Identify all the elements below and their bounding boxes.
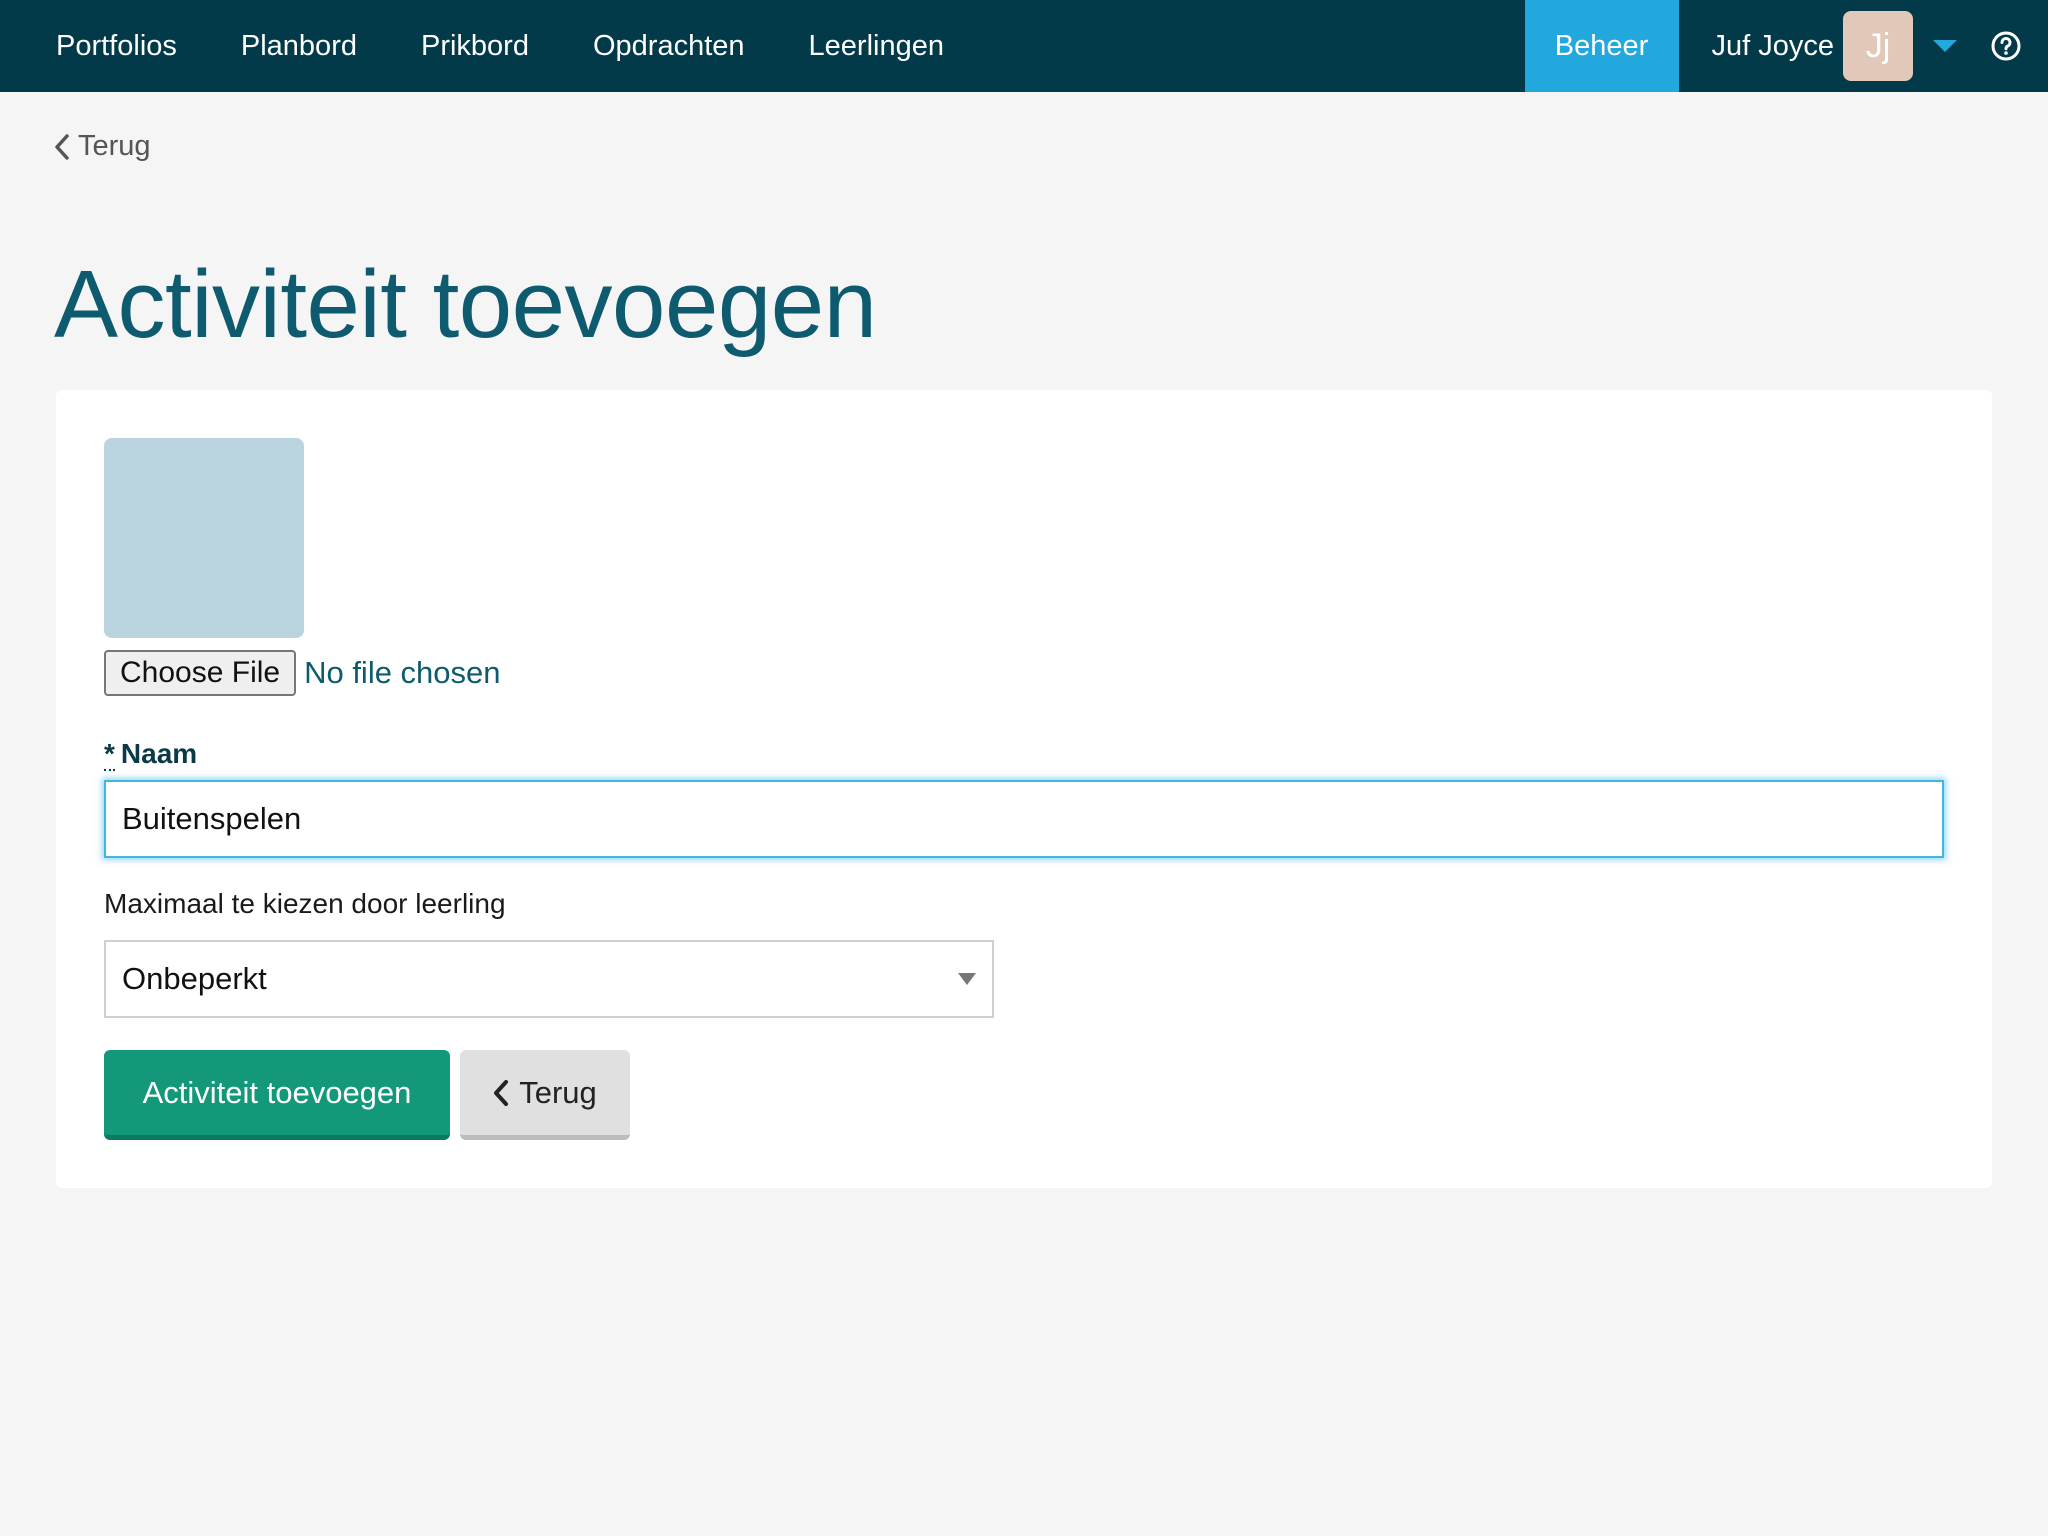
nav-item-prikbord[interactable]: Prikbord [389,0,561,92]
file-status-text: No file chosen [304,655,501,690]
activity-form-card: Choose File No file chosen *Naam Maximaa… [56,390,1992,1188]
file-upload: Choose File No file chosen [104,650,501,696]
naam-label: * Naam [104,738,198,771]
choose-file-button[interactable]: Choose File [104,650,297,696]
image-preview [104,438,304,638]
nav-item-beheer[interactable]: Beheer [1524,0,1679,92]
naam-label-text: Naam [120,738,198,769]
user-name[interactable]: Juf Joyce [1712,30,1835,63]
nav-item-leerlingen[interactable]: Leerlingen [777,0,976,92]
top-navigation: Portfolios Planbord Prikbord Opdrachten … [0,0,2048,92]
page-title: Activiteit toevoegen [54,251,877,358]
user-menu-caret-icon[interactable] [1933,40,1957,52]
back-link-label: Terug [78,130,151,162]
back-button-label: Terug [519,1074,597,1110]
add-activity-button[interactable]: Activiteit toevoegen [104,1050,450,1140]
chevron-left-icon [494,1079,509,1106]
max-choice-selected-value: Onbeperkt [122,961,267,996]
naam-input[interactable] [104,780,1944,858]
max-choice-label: Maximaal te kiezen door leerling [104,888,506,919]
back-link[interactable]: Terug [54,130,151,163]
nav-item-portfolios[interactable]: Portfolios [0,0,209,92]
avatar[interactable]: Jj [1843,11,1913,81]
chevron-left-icon [55,133,69,160]
dropdown-arrow-icon [958,973,976,985]
back-button[interactable]: Terug [460,1050,630,1140]
nav-item-planbord[interactable]: Planbord [209,0,389,92]
required-marker: * [104,738,115,771]
question-circle-icon[interactable] [1990,30,2022,62]
nav-item-opdrachten[interactable]: Opdrachten [561,0,777,92]
max-choice-select[interactable]: Onbeperkt [104,940,994,1018]
